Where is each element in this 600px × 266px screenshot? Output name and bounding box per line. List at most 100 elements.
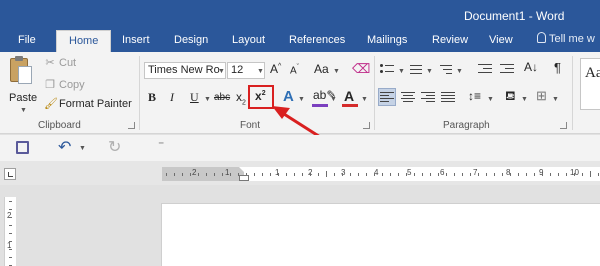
- underline-dropdown-icon[interactable]: ▼: [204, 96, 211, 103]
- underline-label: U: [190, 90, 199, 104]
- grow-font-label: A: [270, 62, 279, 76]
- tab-home[interactable]: Home: [56, 30, 112, 52]
- bullets-button[interactable]: [380, 62, 398, 76]
- subscript-number: 2: [242, 99, 246, 107]
- underline-button[interactable]: U: [190, 90, 199, 105]
- document-page[interactable]: [161, 203, 600, 266]
- ruler-tick: [310, 173, 311, 176]
- ruler-tick: [270, 173, 271, 176]
- ruler-tick: [510, 173, 511, 176]
- tab-mailings[interactable]: Mailings: [367, 33, 407, 47]
- save-icon[interactable]: [16, 141, 29, 154]
- hanging-indent-icon[interactable]: [239, 175, 249, 181]
- increase-indent-icon[interactable]: [500, 63, 514, 75]
- bullets-dropdown-icon[interactable]: ▼: [398, 68, 405, 75]
- ruler-tick: [206, 173, 207, 176]
- borders-dropdown-icon[interactable]: ▼: [552, 96, 559, 103]
- font-size-dropdown-icon[interactable]: ▼: [257, 68, 264, 75]
- font-color-swatch: [342, 104, 358, 107]
- font-color-button[interactable]: A: [344, 88, 354, 104]
- font-color-dropdown-icon[interactable]: ▼: [361, 96, 368, 103]
- ruler-number: 7: [473, 168, 478, 177]
- font-launcher-icon[interactable]: [363, 122, 370, 129]
- ruler-number: 5: [407, 168, 412, 177]
- font-name-field[interactable]: Times New Ro: [144, 62, 226, 79]
- shading-dropdown-icon[interactable]: ▼: [521, 96, 528, 103]
- paragraph-group-label: Paragraph: [443, 120, 490, 131]
- italic-button[interactable]: I: [170, 90, 174, 105]
- multilevel-list-icon[interactable]: [440, 63, 454, 75]
- group-divider: [374, 56, 375, 130]
- grow-font-button[interactable]: A^: [270, 62, 281, 76]
- superscript-highlight-box: [248, 85, 274, 109]
- copy-button[interactable]: ❐ Copy: [44, 78, 85, 91]
- shrink-font-button[interactable]: Aˇ: [290, 64, 299, 76]
- sort-button[interactable]: A↓: [524, 60, 538, 74]
- ruler-tick: [366, 173, 367, 176]
- tab-layout[interactable]: Layout: [232, 33, 265, 47]
- tab-design[interactable]: Design: [174, 33, 208, 47]
- decrease-indent-icon[interactable]: [478, 63, 492, 75]
- undo-dropdown-icon[interactable]: ▼: [79, 145, 86, 152]
- numbering-icon[interactable]: [410, 63, 424, 75]
- align-center-icon[interactable]: [401, 91, 415, 103]
- line-spacing-button[interactable]: ↕≡: [468, 89, 481, 103]
- tab-file[interactable]: File: [18, 33, 36, 47]
- clipboard-launcher-icon[interactable]: [128, 122, 135, 129]
- paintbrush-icon: 🖌: [44, 98, 58, 110]
- strikethrough-button[interactable]: abc: [214, 92, 230, 103]
- text-effects-button[interactable]: A: [283, 88, 294, 105]
- ruler-number: 1: [225, 168, 230, 177]
- paste-button[interactable]: Paste ▼: [6, 56, 38, 114]
- styles-gallery[interactable]: Aa: [580, 58, 600, 110]
- quick-access-toolbar: ↶ ▼ ↻ ⁼: [0, 135, 600, 161]
- cut-button[interactable]: ✂ Cut: [44, 56, 76, 69]
- highlight-dropdown-icon[interactable]: ▼: [330, 96, 337, 103]
- eraser-icon: ⌫: [352, 61, 371, 76]
- tell-me-box[interactable]: Tell me w: [537, 32, 595, 45]
- tab-insert[interactable]: Insert: [122, 33, 150, 47]
- tab-selector-icon[interactable]: [4, 168, 16, 180]
- ruler-tick: [542, 173, 543, 176]
- ruler-tick: [374, 173, 375, 176]
- shading-button[interactable]: ⛾: [505, 88, 516, 106]
- ruler-tick: [478, 173, 479, 176]
- ruler-tick: [278, 173, 279, 176]
- text-effects-dropdown-icon[interactable]: ▼: [298, 96, 305, 103]
- change-case-label: Aa: [314, 62, 329, 76]
- font-color-label: A: [344, 88, 355, 104]
- customize-qat-icon[interactable]: ⁼: [158, 138, 164, 152]
- paragraph-launcher-icon[interactable]: [560, 122, 567, 129]
- shrink-font-label: A: [290, 65, 297, 77]
- bold-button[interactable]: B: [148, 90, 156, 105]
- vertical-ruler[interactable]: 21: [4, 197, 16, 266]
- clear-formatting-button[interactable]: ⌫: [352, 61, 370, 77]
- numbering-dropdown-icon[interactable]: ▼: [426, 68, 433, 75]
- tab-view[interactable]: View: [489, 33, 513, 47]
- ruler-tick: [462, 173, 463, 176]
- justify-icon[interactable]: [441, 91, 455, 103]
- align-right-icon[interactable]: [421, 91, 435, 103]
- change-case-dropdown-icon[interactable]: ▼: [333, 68, 340, 75]
- lightbulb-icon: [537, 32, 546, 43]
- multilevel-dropdown-icon[interactable]: ▼: [456, 68, 463, 75]
- tab-references[interactable]: References: [289, 33, 345, 47]
- font-name-dropdown-icon[interactable]: ▼: [218, 68, 225, 75]
- ruler-tick: [222, 173, 223, 176]
- horizontal-ruler[interactable]: 2112345678910: [162, 167, 600, 181]
- change-case-button[interactable]: Aa: [314, 62, 329, 76]
- ruler-tick: [398, 173, 399, 176]
- format-painter-button[interactable]: 🖌Format Painter: [44, 97, 132, 110]
- chevron-down-icon[interactable]: ▼: [20, 107, 27, 114]
- line-spacing-dropdown-icon[interactable]: ▼: [487, 96, 494, 103]
- font-name-value: Times New Ro: [148, 64, 220, 76]
- tab-review[interactable]: Review: [432, 33, 468, 47]
- ribbon: Paste ▼ ✂ Cut ❐ Copy 🖌Format Painter Clipb…: [0, 52, 600, 134]
- ruler-tick: [574, 173, 575, 176]
- redo-icon[interactable]: ↻: [108, 137, 121, 157]
- subscript-button[interactable]: x2: [236, 90, 246, 106]
- show-formatting-button[interactable]: ¶: [554, 60, 561, 75]
- ruler-tick: [486, 173, 487, 176]
- undo-icon[interactable]: ↶: [58, 137, 71, 157]
- borders-button[interactable]: ⊞: [536, 88, 547, 104]
